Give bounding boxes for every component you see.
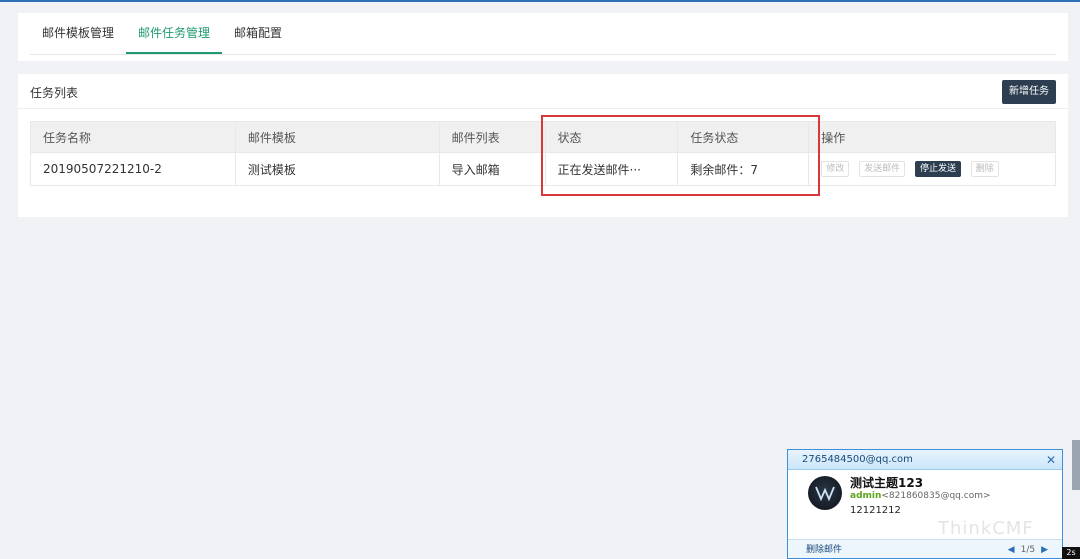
- prev-arrow-icon[interactable]: ◀: [1008, 540, 1015, 558]
- tab-task-management[interactable]: 邮件任务管理: [126, 13, 223, 54]
- add-task-button[interactable]: 新增任务: [1002, 80, 1056, 104]
- logo-icon: [815, 486, 835, 502]
- panel-divider: [18, 108, 1068, 109]
- status-cell: 正在发送邮件···: [544, 152, 679, 186]
- tab-bar: 邮件模板管理 邮件任务管理 邮箱配置: [30, 13, 294, 54]
- notification-header: 2765484500@qq.com ✕: [788, 450, 1062, 470]
- sender-email: <821860835@qq.com>: [881, 491, 991, 501]
- column-header: 邮件列表: [438, 121, 546, 153]
- delete-mail-link[interactable]: 删除邮件: [806, 545, 842, 555]
- avatar: [808, 476, 842, 510]
- panel-title: 任务列表: [30, 86, 79, 100]
- next-arrow-icon[interactable]: ▶: [1041, 540, 1048, 558]
- template-cell: 测试模板: [234, 152, 440, 186]
- mail-subject: 测试主题123: [850, 476, 924, 490]
- notification-body[interactable]: 测试主题123 admin<821860835@qq.com> 12121212…: [788, 470, 1062, 540]
- task-name-cell: 20190507221210-2: [30, 152, 236, 186]
- column-header: 任务名称: [30, 121, 236, 153]
- mail-sender: admin<821860835@qq.com>: [850, 491, 991, 501]
- corner-badge: 2s: [1062, 547, 1080, 559]
- task-table: 任务名称 邮件模板 邮件列表 状态 任务状态 操作 20190507221210…: [30, 121, 1056, 186]
- tab-template-management[interactable]: 邮件模板管理: [30, 13, 126, 54]
- tab-mailbox-config[interactable]: 邮箱配置: [222, 13, 294, 54]
- edit-button[interactable]: 修改: [821, 161, 850, 177]
- notification-footer: 删除邮件 ◀ 1/5 ▶: [788, 539, 1062, 558]
- column-header: 操作: [808, 121, 1056, 153]
- delete-button[interactable]: 删除: [970, 161, 999, 177]
- page-count: 1/5: [1020, 545, 1036, 555]
- column-header: 任务状态: [677, 121, 810, 153]
- top-accent-line: [0, 0, 1080, 2]
- column-header: 状态: [544, 121, 679, 153]
- watermark-text: ThinkCMF: [938, 518, 1034, 539]
- table-row: 20190507221210-2 测试模板 导入邮箱 正在发送邮件··· 剩余邮…: [30, 152, 1056, 186]
- sender-name: admin: [850, 491, 882, 501]
- notification-account: 2765484500@qq.com: [802, 454, 913, 465]
- stop-sending-button[interactable]: 停止发送: [914, 161, 961, 177]
- scrollbar-strip: [1072, 440, 1080, 490]
- send-mail-button[interactable]: 发送邮件: [859, 161, 906, 177]
- tab-divider: [30, 54, 1056, 55]
- task-status-cell: 剩余邮件：7: [677, 152, 810, 186]
- table-header-row: 任务名称 邮件模板 邮件列表 状态 任务状态 操作: [30, 121, 1056, 153]
- tabs-card: 邮件模板管理 邮件任务管理 邮箱配置: [18, 13, 1068, 61]
- task-list-panel: 任务列表 新增任务 任务名称 邮件模板 邮件列表 状态 任务状态 操作 2019…: [18, 74, 1068, 217]
- close-icon[interactable]: ✕: [1046, 450, 1056, 470]
- column-header: 邮件模板: [234, 121, 440, 153]
- actions-cell: 修改 发送邮件 停止发送 删除: [808, 152, 1056, 186]
- mail-list-cell: 导入邮箱: [438, 152, 546, 186]
- notification-pager: ◀ 1/5 ▶: [1008, 540, 1048, 558]
- mail-notification-popup: 2765484500@qq.com ✕ 测试主题123 admin<821860…: [787, 449, 1063, 559]
- mail-preview: 12121212: [850, 505, 901, 516]
